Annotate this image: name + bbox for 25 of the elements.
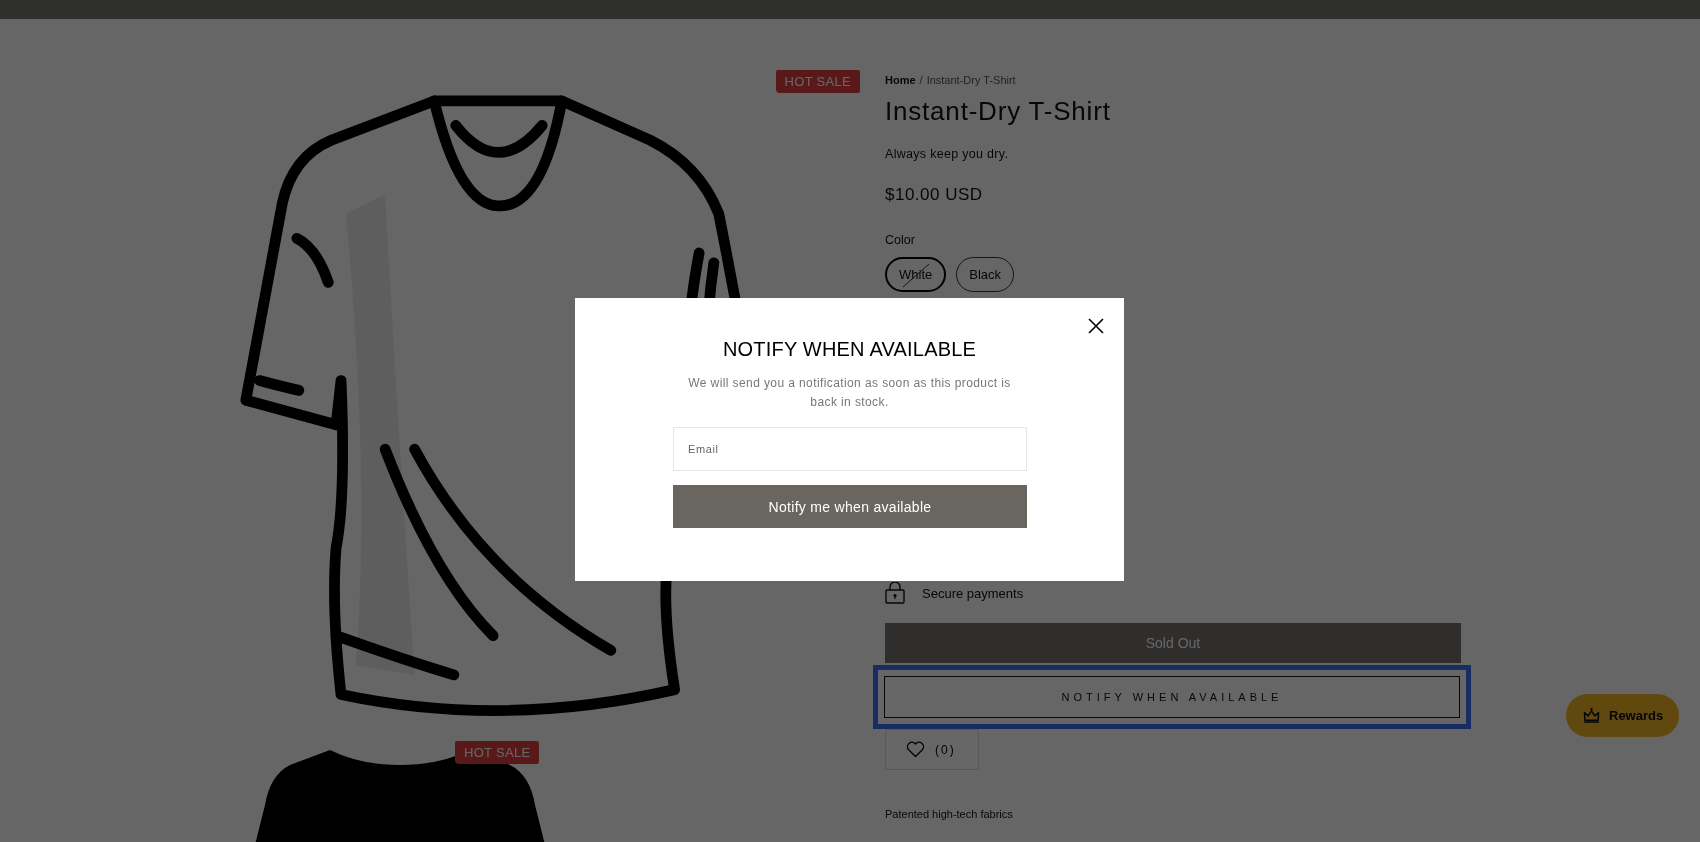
- secure-payments-text: Secure payments: [922, 585, 1024, 601]
- product-price: $10.00 USD: [885, 185, 983, 205]
- product-description: Always keep you dry.: [885, 147, 1009, 161]
- modal-message: We will send you a notification as soon as this product is back in stock.: [687, 375, 1012, 411]
- color-swatch[interactable]: Black: [956, 257, 1015, 292]
- close-button[interactable]: [1086, 316, 1106, 336]
- breadcrumb-link[interactable]: Home: [885, 74, 916, 86]
- rewards-button[interactable]: Rewards: [1566, 694, 1680, 737]
- sale-badge: HOT SALE: [775, 70, 860, 93]
- sale-badge: HOT SALE: [455, 741, 540, 764]
- modal-title: NOTIFY WHEN AVAILABLE: [721, 338, 978, 361]
- notify-button[interactable]: NOTIFY WHEN AVAILABLE: [884, 676, 1460, 718]
- option-label: Color: [885, 233, 915, 247]
- submit-button[interactable]: Notify me when available: [673, 485, 1027, 528]
- feature-text: Patented high-tech fabrics: [885, 808, 1013, 820]
- crown-icon: [1583, 708, 1600, 723]
- close-icon: [1086, 316, 1106, 336]
- email-field[interactable]: Email: [673, 427, 1027, 471]
- color-swatch[interactable]: White: [885, 257, 947, 292]
- heart-icon: [906, 741, 925, 758]
- lock-icon: [885, 582, 905, 604]
- product-title: Instant-Dry T-Shirt: [885, 96, 1111, 127]
- breadcrumb-separator: /: [919, 74, 923, 86]
- breadcrumb-current: Instant-Dry T-Shirt: [926, 74, 1016, 86]
- wishlist-button[interactable]: (0): [885, 729, 979, 770]
